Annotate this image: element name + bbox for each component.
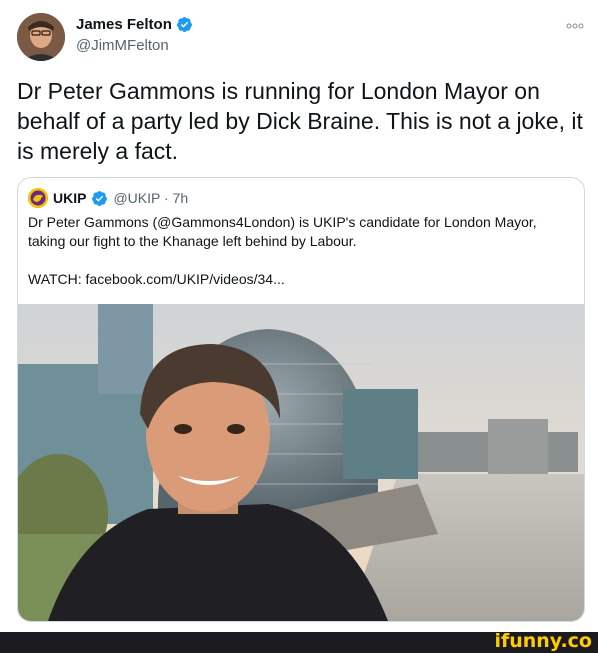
- quoted-text-paragraph: Dr Peter Gammons (@Gammons4London) is UK…: [28, 214, 537, 249]
- ukip-avatar[interactable]: [28, 188, 48, 208]
- quoted-author-name[interactable]: UKIP: [53, 190, 86, 206]
- ifunny-watermark: ifunny.co: [494, 630, 592, 652]
- more-options-icon[interactable]: [566, 22, 584, 30]
- watermark-bar: ifunny.co: [0, 630, 598, 653]
- author-avatar[interactable]: [17, 13, 65, 61]
- quoted-tweet-header: UKIP @UKIP · 7h: [28, 188, 188, 208]
- quoted-handle-time[interactable]: @UKIP · 7h: [113, 190, 188, 206]
- verified-badge-icon: [176, 17, 192, 32]
- author-avatar-image: [17, 13, 65, 61]
- quoted-tweet[interactable]: UKIP @UKIP · 7h Dr Peter Gammons (@Gammo…: [17, 177, 585, 622]
- quoted-watch-link[interactable]: WATCH: facebook.com/UKIP/videos/34...: [28, 270, 573, 289]
- tweet-card: James Felton @JimMFelton Dr Peter Gammon…: [0, 0, 598, 632]
- tweet-text: Dr Peter Gammons is running for London M…: [17, 78, 583, 164]
- quoted-tweet-photo[interactable]: [18, 304, 584, 621]
- author-handle[interactable]: @JimMFelton: [76, 37, 169, 54]
- quoted-tweet-text: Dr Peter Gammons (@Gammons4London) is UK…: [28, 213, 573, 289]
- author-name[interactable]: James Felton: [76, 16, 172, 33]
- ukip-lion-logo-icon: [28, 188, 48, 208]
- author-name-row: James Felton: [76, 16, 193, 33]
- london-city-hall-selfie-image: [18, 304, 584, 621]
- quoted-verified-badge-icon: [92, 190, 108, 206]
